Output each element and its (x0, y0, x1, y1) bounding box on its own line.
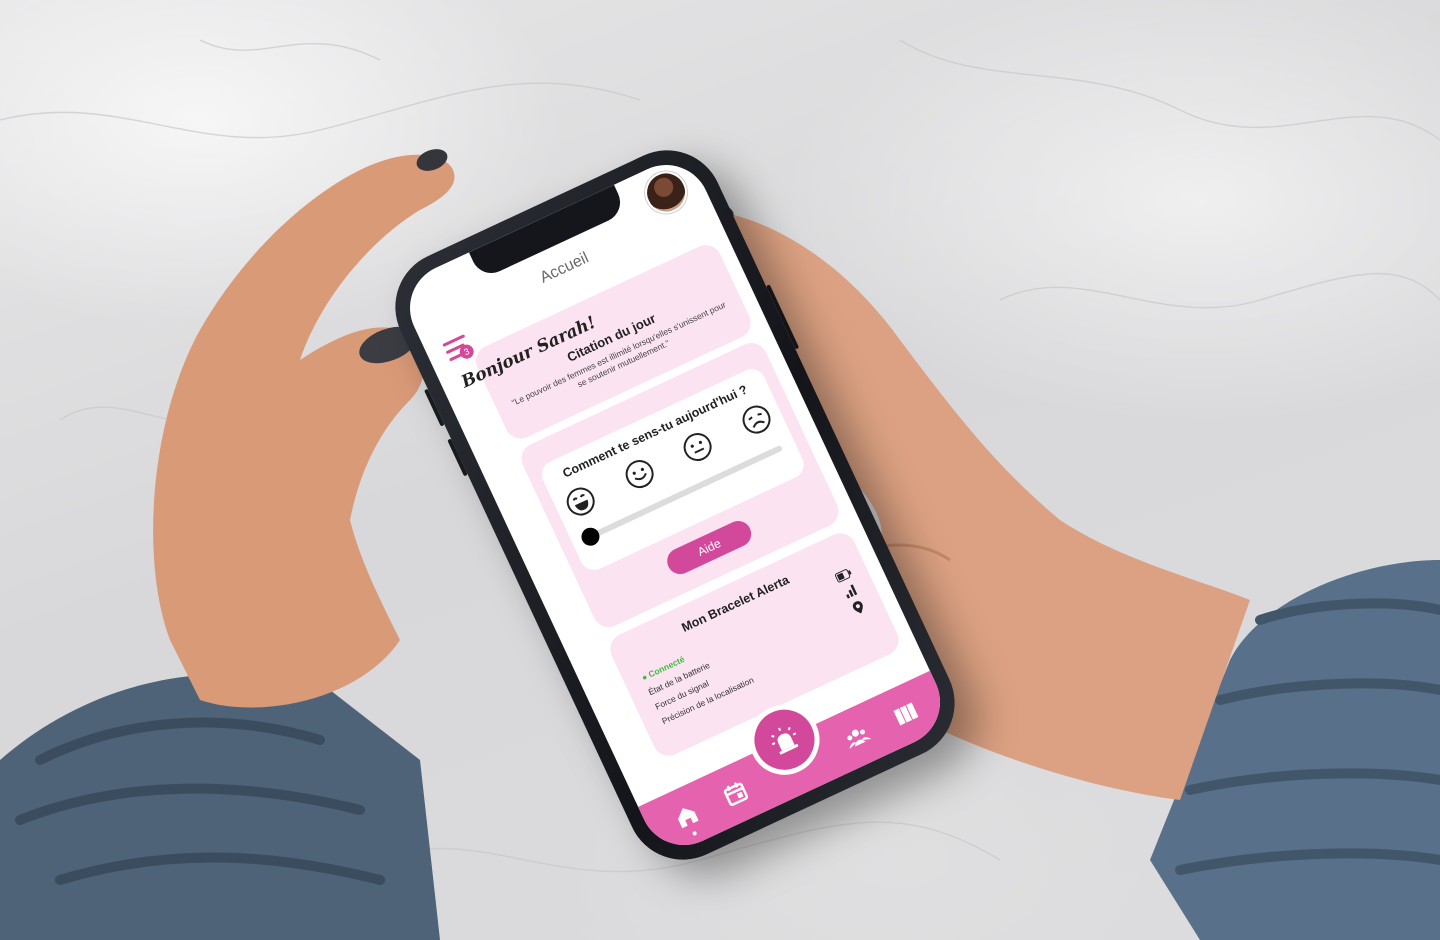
alarm-light-icon (771, 727, 799, 755)
battery-icon (834, 569, 852, 583)
sad-face-icon[interactable] (737, 400, 777, 440)
signal-icon (846, 584, 858, 599)
active-tab-indicator (692, 830, 698, 837)
location-pin-icon (852, 601, 863, 614)
home-icon[interactable] (671, 800, 703, 832)
neutral-face-icon[interactable] (678, 427, 718, 467)
left-hand (153, 154, 455, 708)
bracelet-indicators (834, 567, 868, 616)
book-icon[interactable] (890, 698, 922, 730)
smile-face-icon[interactable] (619, 454, 659, 494)
laughing-face-icon[interactable] (561, 482, 601, 522)
calendar-icon[interactable] (720, 777, 752, 809)
users-icon[interactable] (841, 721, 873, 753)
